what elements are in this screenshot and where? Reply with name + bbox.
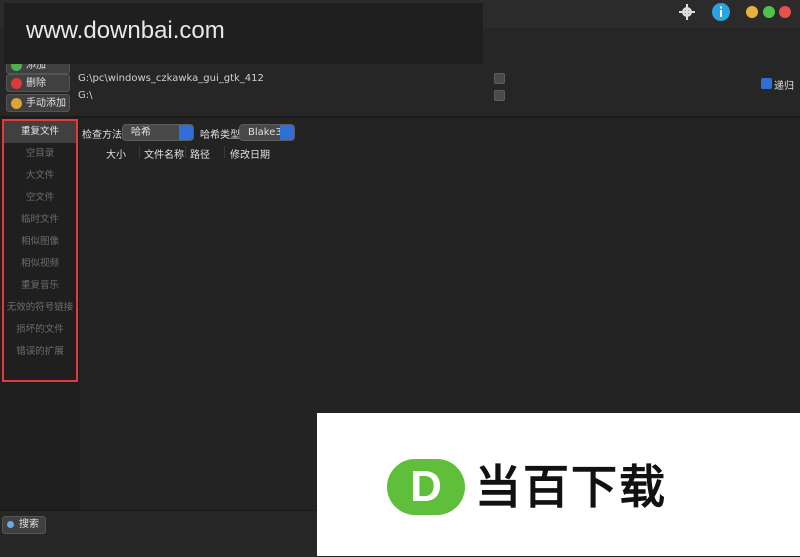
check-method-select[interactable]: 哈希	[122, 124, 194, 141]
column-header-file-name[interactable]: 文件名称	[144, 146, 184, 161]
column-separator	[185, 146, 186, 158]
sidebar-highlight-frame	[2, 119, 78, 382]
directory-checkbox[interactable]	[494, 90, 505, 101]
settings-icon[interactable]	[679, 4, 695, 20]
search-button[interactable]: 搜索	[2, 516, 46, 534]
manual-add-button[interactable]: 手动添加	[6, 94, 70, 112]
minus-icon	[11, 78, 22, 89]
directory-checkbox[interactable]	[494, 73, 505, 84]
column-header-size[interactable]: 大小	[106, 146, 126, 161]
check-method-label: 检查方法	[82, 130, 122, 141]
close-button[interactable]	[779, 6, 791, 18]
delete-button[interactable]: 删除	[6, 74, 70, 92]
column-separator	[139, 146, 140, 158]
logo-text: 当百下载	[475, 460, 667, 514]
site-logo-overlay: D 当百下载	[317, 413, 800, 556]
logo-icon: D	[387, 459, 465, 515]
directory-path[interactable]: G:\pc\windows_czkawka_gui_gtk_412	[78, 73, 264, 84]
watermark-overlay: www.downbai.com	[4, 3, 483, 64]
column-separator	[224, 146, 225, 158]
maximize-button[interactable]	[763, 6, 775, 18]
hash-type-label: 哈希类型	[200, 130, 240, 141]
recursive-checkbox[interactable]	[761, 78, 772, 89]
minimize-button[interactable]	[746, 6, 758, 18]
chevron-updown-icon	[179, 125, 193, 140]
column-header-path[interactable]: 路径	[190, 146, 210, 161]
hash-type-select[interactable]: Blake3	[239, 124, 295, 141]
add-circle-icon	[11, 98, 22, 109]
search-icon	[7, 521, 14, 528]
directory-path[interactable]: G:\	[78, 90, 93, 101]
recursive-label: 递归	[774, 81, 794, 92]
column-header-modified-date[interactable]: 修改日期	[230, 146, 270, 161]
chevron-updown-icon	[280, 125, 294, 140]
info-icon[interactable]	[712, 3, 730, 21]
